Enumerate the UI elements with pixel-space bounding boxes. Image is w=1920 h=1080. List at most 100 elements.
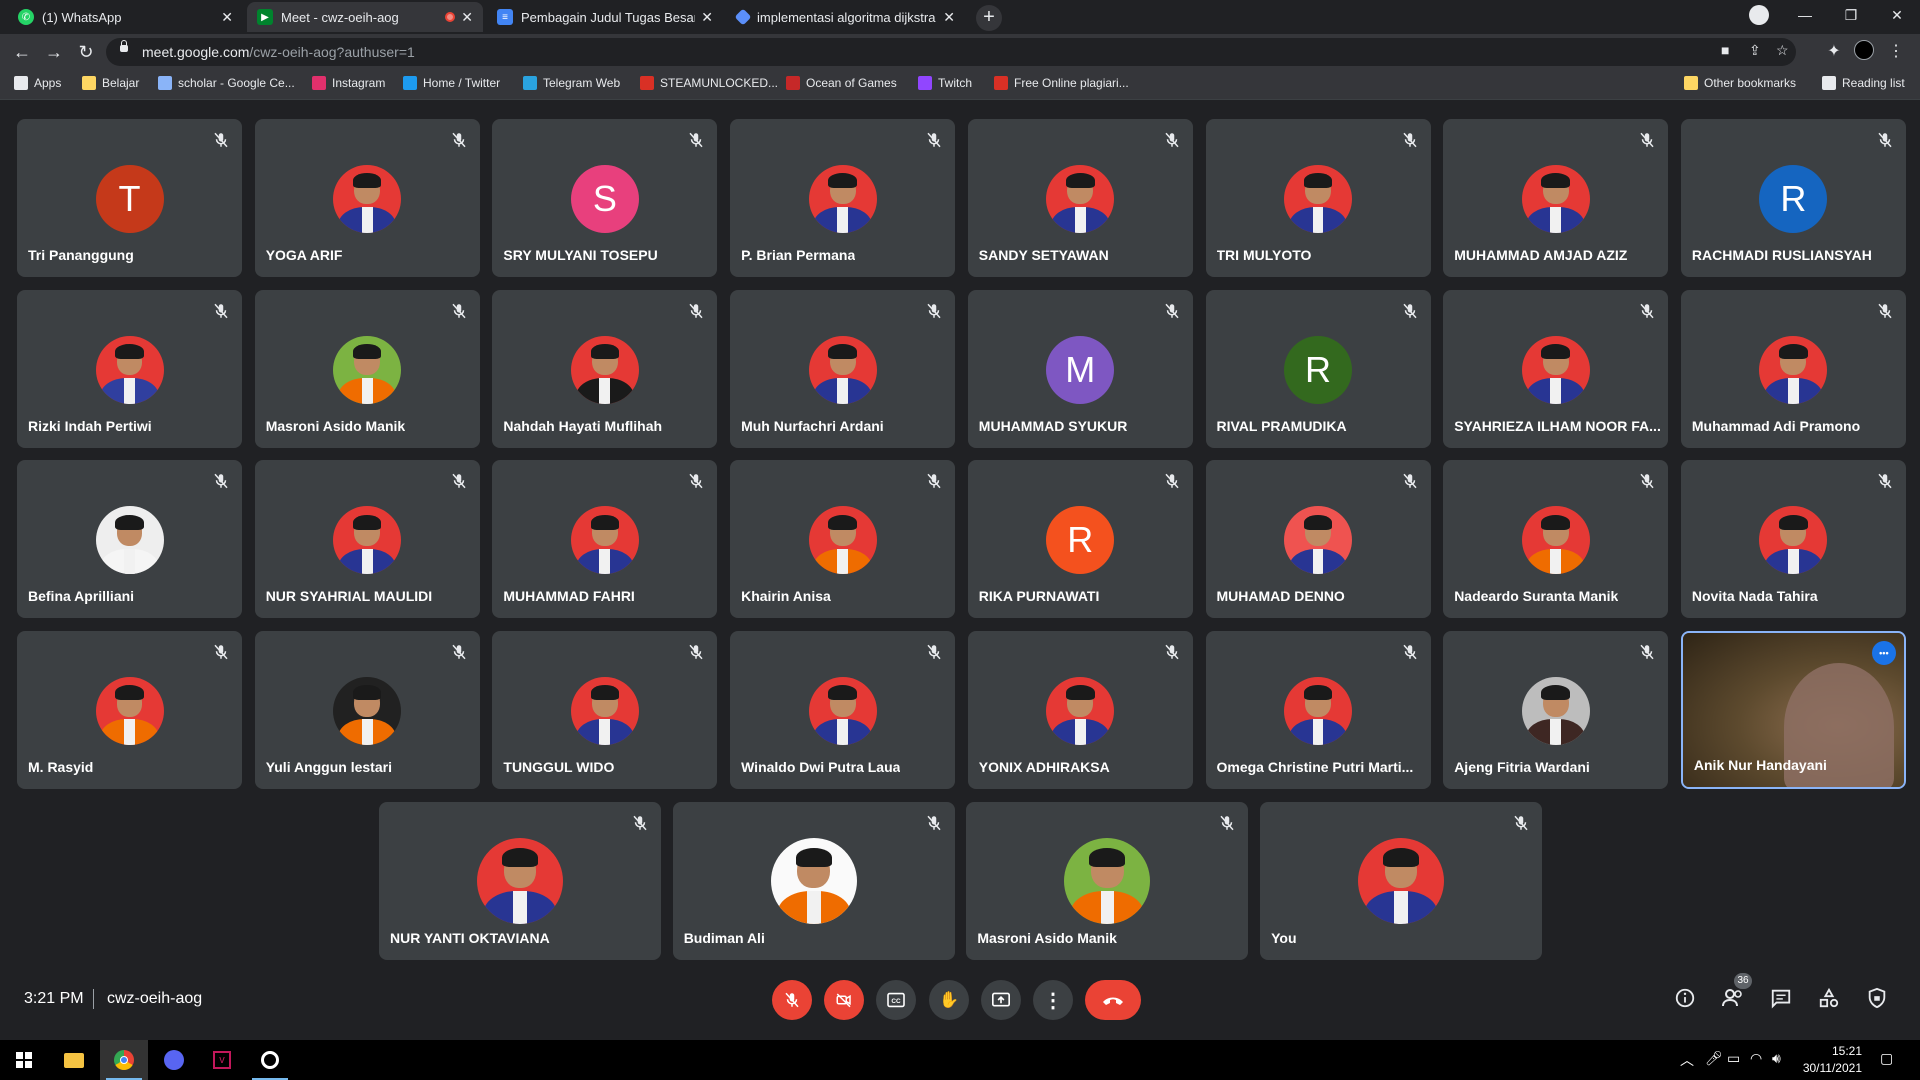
camera-icon[interactable]: ■ bbox=[1721, 42, 1729, 58]
more-options-icon[interactable]: ••• bbox=[1871, 641, 1896, 666]
participant-tile[interactable]: SYAHRIEZA ILHAM NOOR FA... bbox=[1443, 289, 1669, 448]
battery-icon[interactable]: ▭ bbox=[1727, 1050, 1740, 1067]
bookmark-item[interactable]: Twitch bbox=[918, 76, 972, 90]
chrome-button[interactable] bbox=[100, 1040, 148, 1080]
participant-tile[interactable]: ••• Anik Nur Handayani bbox=[1680, 631, 1906, 790]
close-icon[interactable]: ✕ bbox=[221, 9, 233, 26]
bookmark-item[interactable]: Free Online plagiari... bbox=[994, 76, 1129, 90]
bookmark-item[interactable]: Belajar bbox=[82, 76, 139, 90]
participant-tile[interactable]: YONIX ADHIRAKSA bbox=[967, 631, 1193, 790]
participant-tile[interactable]: Winaldo Dwi Putra Laua bbox=[730, 631, 956, 790]
chat-icon[interactable] bbox=[1768, 987, 1794, 1013]
mic-off-button[interactable] bbox=[772, 980, 812, 1020]
back-button[interactable]: ← bbox=[10, 40, 34, 64]
chevron-up-icon[interactable]: ︿ bbox=[1680, 1050, 1694, 1070]
profile-avatar-icon[interactable] bbox=[1852, 40, 1876, 64]
participant-tile[interactable]: TUNGGUL WIDO bbox=[492, 631, 718, 790]
reload-button[interactable]: ↻ bbox=[74, 40, 98, 64]
participant-tile[interactable]: MUHAMMAD FAHRI bbox=[492, 460, 718, 619]
close-icon[interactable]: ✕ bbox=[461, 9, 473, 26]
bookmark-item[interactable]: Instagram bbox=[312, 76, 385, 90]
participant-tile[interactable]: Omega Christine Putri Marti... bbox=[1205, 631, 1431, 790]
camera-off-button[interactable] bbox=[824, 980, 864, 1020]
star-icon[interactable]: ☆ bbox=[1776, 42, 1789, 59]
file-explorer-button[interactable] bbox=[50, 1040, 98, 1080]
participant-name: TRI MULYOTO bbox=[1216, 247, 1312, 263]
participant-tile[interactable]: Muhammad Adi Pramono bbox=[1680, 289, 1906, 448]
new-tab-button[interactable]: + bbox=[976, 5, 1002, 31]
participant-tile[interactable]: NUR YANTI OKTAVIANA bbox=[379, 802, 661, 960]
participant-tile[interactable]: M. Rasyid bbox=[17, 631, 242, 790]
participant-tile[interactable]: M MUHAMMAD SYUKUR bbox=[967, 289, 1193, 448]
bookmark-item[interactable]: Apps bbox=[14, 76, 61, 90]
extensions-icon[interactable]: ✦ bbox=[1822, 40, 1846, 64]
participant-tile[interactable]: Khairin Anisa bbox=[730, 460, 956, 619]
bookmark-item[interactable]: STEAMUNLOCKED... bbox=[640, 76, 778, 90]
participant-tile[interactable]: MUHAMAD DENNO bbox=[1205, 460, 1431, 619]
tab-whatsapp[interactable]: ✆ (1) WhatsApp ✕ bbox=[8, 2, 243, 32]
bookmark-item[interactable]: scholar - Google Ce... bbox=[158, 76, 295, 90]
share-icon[interactable]: ⇪ bbox=[1749, 42, 1761, 59]
address-bar[interactable]: meet.google.com/cwz-oeih-aog?authuser=1 … bbox=[106, 38, 1796, 66]
participant-tile[interactable]: Nadeardo Suranta Manik bbox=[1443, 460, 1669, 619]
participant-tile[interactable]: Budiman Ali bbox=[672, 802, 955, 960]
discord-button[interactable] bbox=[150, 1040, 198, 1080]
participant-tile[interactable]: Muh Nurfachri Ardani bbox=[730, 289, 956, 448]
raise-hand-button[interactable]: ✋ bbox=[929, 980, 969, 1020]
participant-tile[interactable]: YOGA ARIF bbox=[254, 119, 480, 277]
menu-icon[interactable]: ⋮ bbox=[1884, 40, 1908, 64]
participant-tile[interactable]: You bbox=[1260, 802, 1543, 960]
leave-call-button[interactable] bbox=[1085, 980, 1141, 1020]
participant-tile[interactable]: Masroni Asido Manik bbox=[254, 289, 480, 448]
forward-button[interactable]: → bbox=[42, 40, 66, 64]
captions-button[interactable]: CC bbox=[876, 980, 916, 1020]
obs-button[interactable] bbox=[246, 1040, 294, 1080]
tab-meet[interactable]: ▶ Meet - cwz-oeih-aog ✕ bbox=[247, 2, 483, 32]
taskbar-clock[interactable]: 15:21 30/11/2021 bbox=[1792, 1043, 1862, 1077]
participant-tile[interactable]: T Tri Pananggung bbox=[17, 119, 242, 277]
participant-tile[interactable]: NUR SYAHRIAL MAULIDI bbox=[254, 460, 480, 619]
participant-tile[interactable]: Ajeng Fitria Wardani bbox=[1443, 631, 1669, 790]
mic-off-icon bbox=[1512, 814, 1530, 832]
participant-tile[interactable]: R RIVAL PRAMUDIKA bbox=[1205, 289, 1431, 448]
participant-tile[interactable]: Novita Nada Tahira bbox=[1680, 460, 1906, 619]
present-screen-button[interactable] bbox=[981, 980, 1021, 1020]
participant-tile[interactable]: R RIKA PURNAWATI bbox=[967, 460, 1193, 619]
participant-tile[interactable]: Nahdah Hayati Muflihah bbox=[492, 289, 718, 448]
participant-tile[interactable]: Befina Aprilliani bbox=[17, 460, 242, 619]
restore-button[interactable]: ❐ bbox=[1828, 0, 1874, 30]
profile-icon[interactable] bbox=[1736, 0, 1782, 30]
participant-tile[interactable]: R RACHMADI RUSLIANSYAH bbox=[1680, 119, 1906, 277]
participant-tile[interactable]: SANDY SETYAWAN bbox=[967, 119, 1193, 277]
tab-docs[interactable]: ≡ Pembagain Judul Tugas Besar Ke ✕ bbox=[487, 2, 723, 32]
participant-tile[interactable]: TRI MULYOTO bbox=[1205, 119, 1431, 277]
wifi-icon[interactable]: ◠ bbox=[1750, 1050, 1762, 1067]
participant-tile[interactable]: MUHAMMAD AMJAD AZIZ bbox=[1443, 119, 1669, 277]
notifications-icon[interactable]: ▢ bbox=[1880, 1050, 1893, 1067]
host-controls-icon[interactable] bbox=[1864, 987, 1890, 1013]
participant-tile[interactable]: P. Brian Permana bbox=[730, 119, 956, 277]
speaker-icon[interactable]: 🔊︎ bbox=[1772, 1050, 1781, 1067]
close-icon[interactable]: ✕ bbox=[701, 9, 713, 26]
people-icon[interactable] bbox=[1720, 987, 1746, 1013]
participant-tile[interactable]: Yuli Anggun lestari bbox=[254, 631, 480, 790]
bookmark-item[interactable]: Other bookmarks bbox=[1684, 76, 1796, 90]
divider bbox=[93, 989, 94, 1009]
bookmark-item[interactable]: Reading list bbox=[1822, 76, 1905, 90]
more-options-button[interactable]: ⋮ bbox=[1033, 980, 1073, 1020]
mic-icon[interactable]: 🎤︎ bbox=[1705, 1050, 1723, 1067]
close-icon[interactable]: ✕ bbox=[943, 9, 955, 26]
bookmark-item[interactable]: Home / Twitter bbox=[403, 76, 500, 90]
participant-tile[interactable]: Masroni Asido Manik bbox=[966, 802, 1249, 960]
close-window-button[interactable]: ✕ bbox=[1874, 0, 1920, 30]
participant-tile[interactable]: S SRY MULYANI TOSEPU bbox=[492, 119, 718, 277]
bookmark-item[interactable]: Ocean of Games bbox=[786, 76, 897, 90]
bookmark-item[interactable]: Telegram Web bbox=[523, 76, 620, 90]
meeting-details-icon[interactable] bbox=[1672, 987, 1698, 1013]
start-button[interactable] bbox=[0, 1040, 48, 1080]
participant-tile[interactable]: Rizki Indah Pertiwi bbox=[17, 289, 242, 448]
tab-dijkstra[interactable]: implementasi algoritma dijkstra ✕ bbox=[727, 2, 965, 32]
minimize-button[interactable]: — bbox=[1782, 0, 1828, 30]
app-button[interactable]: v bbox=[198, 1040, 246, 1080]
activities-icon[interactable] bbox=[1816, 987, 1842, 1013]
